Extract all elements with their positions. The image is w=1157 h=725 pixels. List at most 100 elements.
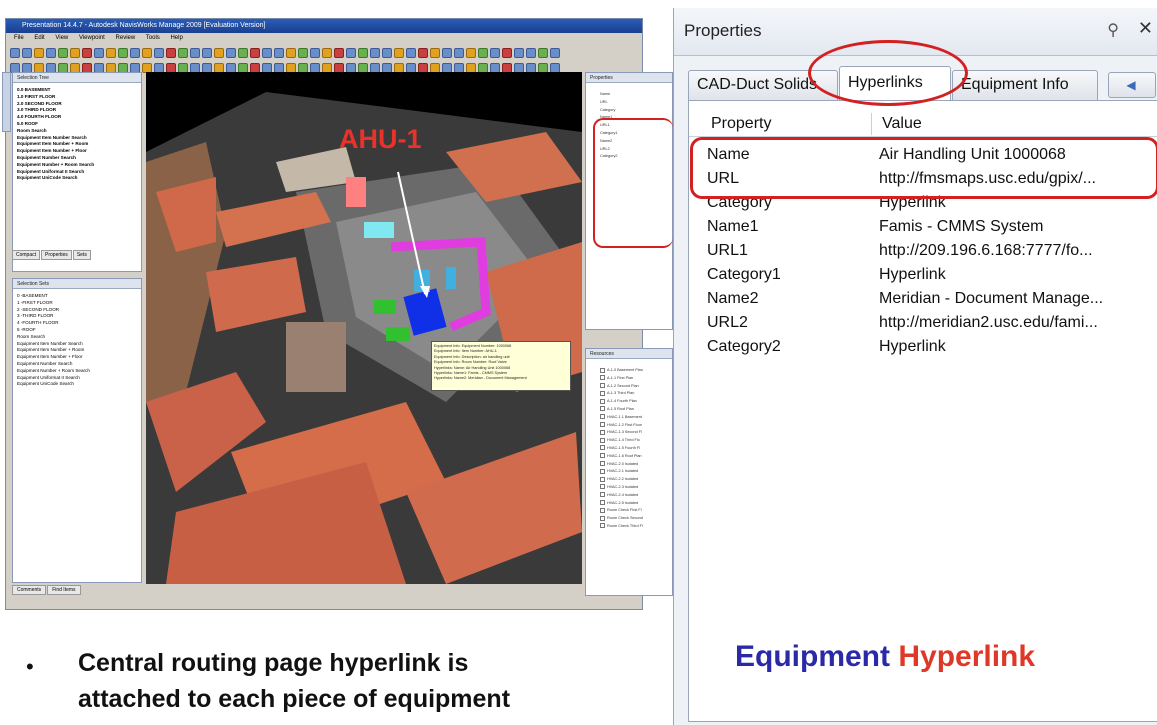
vertical-dock-tab[interactable]: [2, 72, 11, 132]
toolbar-button-icon[interactable]: [190, 48, 200, 58]
selection-tree-list[interactable]: 0.0 BASEMENT 1.0 FIRST FLOOR 2.0 SECOND FL…: [17, 87, 94, 182]
property-row[interactable]: Category1 Hyperlink: [689, 263, 1157, 287]
checkbox[interactable]: [600, 500, 605, 506]
resource-item[interactable]: HVAC-1.2 First Floor: [600, 422, 643, 430]
set-item[interactable]: 2 -SECOND FLOOR: [17, 307, 90, 314]
toolbar-button-icon[interactable]: [106, 48, 116, 58]
checkbox[interactable]: [600, 507, 605, 513]
property-row[interactable]: Name Air Handling Unit 1000068: [689, 143, 1157, 167]
checkbox[interactable]: [600, 453, 605, 459]
checkbox[interactable]: [600, 383, 605, 389]
pin-icon[interactable]: ⚲: [1107, 20, 1119, 40]
set-item[interactable]: Equipment Uniformat II Search: [17, 375, 90, 382]
checkbox[interactable]: [600, 429, 605, 435]
menu-file[interactable]: File: [14, 35, 24, 41]
tree-item[interactable]: Equipment Item Number Search: [17, 135, 94, 142]
resource-item[interactable]: HVAC-1.3 Second Fl: [600, 429, 643, 437]
tab-comments[interactable]: Comments: [12, 585, 47, 595]
menu-view[interactable]: View: [55, 35, 68, 41]
tree-item[interactable]: Equipment Uniformat II Search: [17, 169, 94, 176]
checkbox[interactable]: [600, 437, 605, 443]
property-row[interactable]: Category2 Hyperlink: [689, 335, 1157, 359]
toolbar-button-icon[interactable]: [418, 48, 428, 58]
toolbar-button-icon[interactable]: [430, 48, 440, 58]
resource-item[interactable]: A-1.4 Fourth Plan: [600, 398, 643, 406]
property-row[interactable]: URL1 http://209.196.6.168:7777/fo...: [689, 239, 1157, 263]
checkbox[interactable]: [600, 422, 605, 428]
tree-item[interactable]: Equipment Item Number + Room: [17, 141, 94, 148]
toolbar-button-icon[interactable]: [142, 48, 152, 58]
checkbox[interactable]: [600, 414, 605, 420]
toolbar-button-icon[interactable]: [286, 48, 296, 58]
resource-item[interactable]: Room Check First Fl: [600, 507, 643, 515]
tree-item[interactable]: 5.0 ROOF: [17, 121, 94, 128]
toolbar-button-icon[interactable]: [70, 48, 80, 58]
toolbar-button-icon[interactable]: [406, 48, 416, 58]
resource-item[interactable]: HVAC-1.1 Basement: [600, 414, 643, 422]
resource-item[interactable]: HVAC-2.2 Isolated: [600, 476, 643, 484]
tree-item[interactable]: Equipment Number Search: [17, 155, 94, 162]
toolbar-button-icon[interactable]: [550, 48, 560, 58]
resource-item[interactable]: Room Check Third Fl: [600, 523, 643, 531]
tab-cad-duct-solids[interactable]: CAD-Duct Solids: [688, 70, 838, 100]
toolbar-button-icon[interactable]: [538, 48, 548, 58]
toolbar-button-icon[interactable]: [94, 48, 104, 58]
checkbox[interactable]: [600, 461, 605, 467]
tree-item[interactable]: Equipment UniCode Search: [17, 175, 94, 182]
checkbox[interactable]: [600, 492, 605, 498]
toolbar-button-icon[interactable]: [10, 48, 20, 58]
property-name[interactable]: Category: [600, 107, 618, 115]
checkbox[interactable]: [600, 406, 605, 412]
property-row[interactable]: Category Hyperlink: [689, 191, 1157, 215]
toolbar-button-icon[interactable]: [166, 48, 176, 58]
set-item[interactable]: 5 -ROOF: [17, 327, 90, 334]
toolbar-button-icon[interactable]: [358, 48, 368, 58]
resource-item[interactable]: Room Check Second: [600, 515, 643, 523]
resource-item[interactable]: A-1.3 Third Plan: [600, 390, 643, 398]
toolbar-button-icon[interactable]: [46, 48, 56, 58]
resource-item[interactable]: HVAC-1.5 Fourth Fl: [600, 445, 643, 453]
tab-equipment-info[interactable]: Equipment Info: [952, 70, 1098, 100]
menu-viewpoint[interactable]: Viewpoint: [79, 35, 105, 41]
toolbar-button-icon[interactable]: [454, 48, 464, 58]
toolbar-button-icon[interactable]: [22, 48, 32, 58]
toolbar-button-icon[interactable]: [82, 48, 92, 58]
toolbar-button-icon[interactable]: [226, 48, 236, 58]
toolbar-button-icon[interactable]: [466, 48, 476, 58]
tab-scroll-arrows[interactable]: ◀ ▶: [1108, 72, 1156, 116]
checkbox[interactable]: [600, 398, 605, 404]
toolbar-button-icon[interactable]: [130, 48, 140, 58]
checkbox[interactable]: [600, 445, 605, 451]
toolbar-button-icon[interactable]: [202, 48, 212, 58]
set-item[interactable]: 4 -FOURTH FLOOR: [17, 320, 90, 327]
checkbox[interactable]: [600, 390, 605, 396]
resource-item[interactable]: HVAC-2.3 Isolated: [600, 484, 643, 492]
toolbar-button-icon[interactable]: [298, 48, 308, 58]
set-item[interactable]: Equipment Number + Room Search: [17, 368, 90, 375]
menu-edit[interactable]: Edit: [34, 35, 44, 41]
toolbar-button-icon[interactable]: [394, 48, 404, 58]
checkbox[interactable]: [600, 515, 605, 521]
toolbar-button-icon[interactable]: [214, 48, 224, 58]
property-row[interactable]: URL http://fmsmaps.usc.edu/gpix/...: [689, 167, 1157, 191]
resource-item[interactable]: HVAC-2.4 Isolated: [600, 492, 643, 500]
checkbox[interactable]: [600, 375, 605, 381]
toolbar-button-icon[interactable]: [334, 48, 344, 58]
resource-item[interactable]: A-1.2 Second Plan: [600, 383, 643, 391]
resource-item[interactable]: HVAC-2.0 Isolated: [600, 461, 643, 469]
toolbar-button-icon[interactable]: [154, 48, 164, 58]
toolbar-button-icon[interactable]: [310, 48, 320, 58]
column-divider[interactable]: [871, 113, 872, 135]
toolbar-button-icon[interactable]: [118, 48, 128, 58]
resources-list[interactable]: A-1.0 Basement Plan A-1.1 First Plan A-1.2…: [600, 367, 643, 531]
toolbar-button-icon[interactable]: [274, 48, 284, 58]
checkbox[interactable]: [600, 367, 605, 373]
tab-sets[interactable]: Sets: [72, 250, 91, 260]
toolbar-button-icon[interactable]: [262, 48, 272, 58]
tree-item[interactable]: Equipment Item Number + Floor: [17, 148, 94, 155]
checkbox[interactable]: [600, 476, 605, 482]
tree-item[interactable]: 2.0 SECOND FLOOR: [17, 101, 94, 108]
checkbox[interactable]: [600, 484, 605, 490]
tree-item[interactable]: Room Search: [17, 128, 94, 135]
property-row[interactable]: Name2 Meridian - Document Manage...: [689, 287, 1157, 311]
